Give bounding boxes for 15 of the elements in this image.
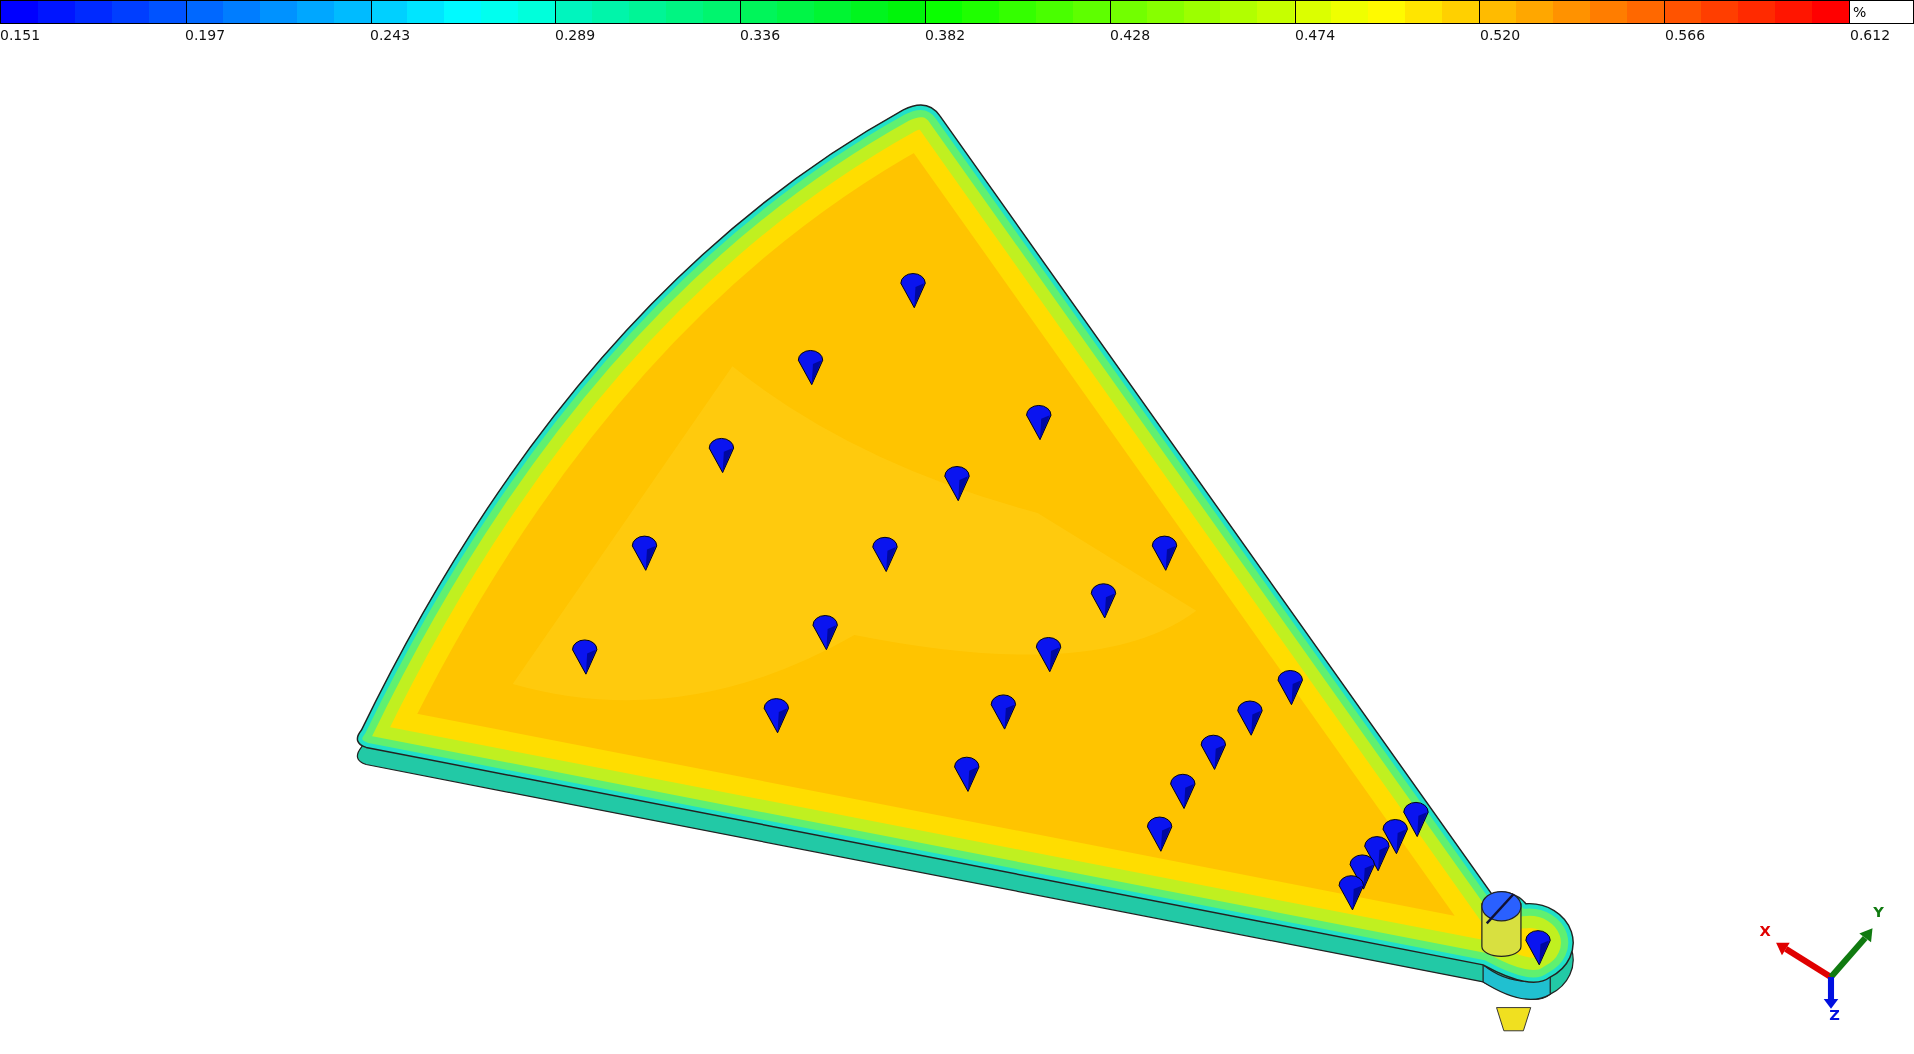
scale-tick-label: 0.151 bbox=[0, 27, 41, 43]
scale-tick-label: 0.474 bbox=[1295, 27, 1336, 43]
axis-label: Y bbox=[1873, 903, 1884, 921]
axis-label: X bbox=[1759, 921, 1771, 939]
unit-label: % bbox=[1850, 0, 1914, 24]
scale-tick-label: 0.612 bbox=[1850, 27, 1891, 43]
scale-tick-label: 0.382 bbox=[925, 27, 966, 43]
scale-tick-label: 0.428 bbox=[1110, 27, 1151, 43]
axis-label: Z bbox=[1829, 1005, 1840, 1023]
scale-tick-label: 0.336 bbox=[740, 27, 781, 43]
scale-tick-label: 0.520 bbox=[1480, 27, 1521, 43]
scale-tick-label: 0.289 bbox=[555, 27, 596, 43]
scale-tick-label: 0.243 bbox=[370, 27, 411, 43]
scale-tick-label: 0.566 bbox=[1665, 27, 1706, 43]
scale-tick-label: 0.197 bbox=[185, 27, 226, 43]
